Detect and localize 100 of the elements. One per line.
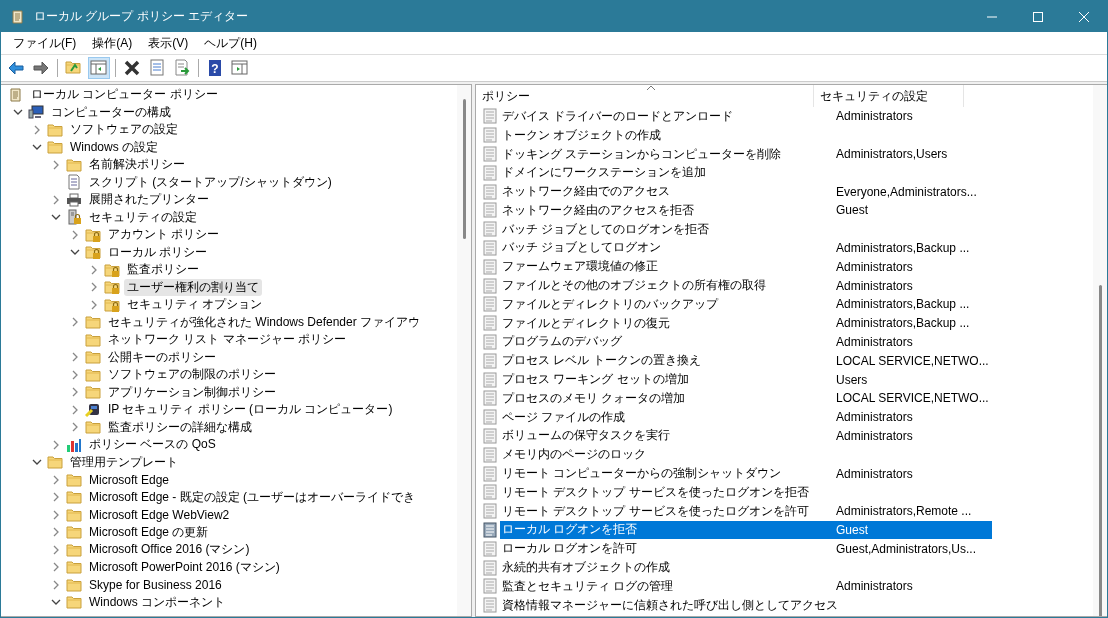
table-row[interactable]: トークン オブジェクトの作成 (500, 125, 842, 145)
tree-item[interactable]: Microsoft Office 2016 (マシン) (86, 541, 253, 559)
table-row[interactable]: リモート コンピューターからの強制シャットダウン Administrators (500, 464, 919, 483)
policy-icon (482, 164, 498, 181)
table-row[interactable]: プログラムのデバッグ Administrators (500, 332, 919, 352)
folder-up-icon (65, 59, 83, 77)
policy-icon (482, 390, 498, 407)
policy-icon (482, 146, 498, 162)
table-row[interactable]: ネットワーク経由でのアクセス Everyone,Administrators... (500, 182, 983, 201)
table-row[interactable]: プロセス ワーキング セットの増加 Users (500, 370, 874, 389)
delete-x-icon (123, 59, 141, 77)
tree-item[interactable]: ポリシー ベースの QoS (86, 436, 219, 454)
tree-item[interactable]: 監査ポリシー (124, 261, 202, 279)
table-row[interactable]: ページ ファイルの作成 Administrators (500, 407, 919, 427)
menu-item[interactable]: 表示(V) (140, 34, 197, 52)
tree-item[interactable]: Skype for Business 2016 (86, 577, 225, 592)
table-row[interactable]: ファイルとディレクトリのバックアップ Administrators,Backup ... (500, 294, 976, 314)
tree-item[interactable]: セキュリティの設定 (86, 208, 200, 226)
tree-item[interactable]: ソフトウェアの設定 (67, 121, 181, 139)
tree-item[interactable]: IP セキュリティ ポリシー (ローカル コンピューター) (105, 401, 396, 419)
table-row[interactable]: プロセスのメモリ クォータの増加 LOCAL SERVICE,NETWO... (500, 388, 995, 408)
table-row[interactable]: ローカル ログオンを許可 Guest,Administrators,Us... (500, 539, 983, 559)
menu-item[interactable]: ファイル(F) (5, 34, 85, 52)
policy-icon (482, 578, 498, 595)
table-row[interactable]: バッチ ジョブとしてログオン Administrators,Backup ... (500, 238, 976, 258)
tree-item[interactable]: スクリプト (スタートアップ/シャットダウン) (86, 173, 335, 191)
tree-item[interactable]: 名前解決ポリシー (86, 156, 188, 174)
tree-item[interactable]: 公開キーのポリシー (105, 348, 219, 366)
folder-icon (66, 594, 82, 611)
table-row[interactable]: ファームウェア環境値の修正 Administrators (500, 257, 919, 277)
policy-icon (482, 409, 498, 426)
tree-item[interactable]: セキュリティ オプション (124, 296, 266, 314)
table-cell-text: Administrators,Backup ... (835, 296, 971, 313)
table-cell-text: Administrators (835, 333, 914, 350)
tree-item[interactable]: Microsoft Edge - 既定の設定 (ユーザーはオーバーライドでき (86, 488, 419, 506)
table-cell-text: Administrators (835, 277, 914, 294)
table-row[interactable]: ローカル ログオンを拒否 Guest (500, 520, 992, 540)
policy-icon (482, 202, 498, 219)
tree-item[interactable]: ネットワーク リスト マネージャー ポリシー (105, 331, 349, 349)
menu-item[interactable]: ヘルプ(H) (196, 34, 265, 52)
folder-icon (66, 489, 82, 506)
locked-folder-icon (104, 279, 120, 296)
tree-item[interactable]: 管理用テンプレート (67, 453, 181, 471)
folder-icon (66, 576, 82, 593)
table-row[interactable]: リモート デスクトップ サービスを使ったログオンを許可 Administrators,Remote ... (500, 501, 978, 521)
table-row[interactable]: ファイルとその他のオブジェクトの所有権の取得 Administrators (500, 276, 919, 295)
table-row[interactable]: ドッキング ステーションからコンピューターを削除 Administrators,Users (500, 144, 954, 164)
tree-item[interactable]: 監査ポリシーの詳細な構成 (105, 418, 255, 436)
policy-icon (482, 258, 498, 275)
policy-icon (482, 540, 498, 557)
table-cell-text: ローカル ログオンを許可 (501, 540, 639, 558)
folder-icon (66, 156, 82, 173)
policy-icon (482, 484, 498, 501)
tree-item[interactable]: コンピューターの構成 (48, 103, 174, 121)
table-cell-text: Administrators,Remote ... (835, 503, 973, 520)
column-header[interactable]: セキュリティの設定 (814, 85, 964, 107)
tree-item[interactable]: Microsoft Edge (86, 472, 173, 487)
policy-icon (482, 427, 498, 444)
tree-item[interactable]: セキュリティが強化された Windows Defender ファイアウ (105, 313, 424, 331)
folder-icon (66, 541, 82, 558)
tree-item[interactable]: ローカル ポリシー (105, 243, 211, 261)
scroll-icon (8, 86, 24, 103)
table-cell-text: Guest,Administrators,Us... (835, 540, 978, 557)
table-row[interactable]: プロセス レベル トークンの置き換え LOCAL SERVICE,NETWO... (500, 351, 995, 371)
column-header[interactable]: ポリシー (476, 85, 814, 107)
toolbar-button[interactable]: ? (204, 57, 226, 79)
tree-item[interactable]: 展開されたプリンター (86, 191, 212, 209)
policy-icon (482, 521, 498, 538)
table-row[interactable]: 監査とセキュリティ ログの管理 Administrators (500, 576, 919, 596)
locked-folder-icon (104, 261, 120, 278)
tree-item[interactable]: ソフトウェアの制限のポリシー (105, 366, 279, 384)
policy-icon (482, 127, 498, 144)
table-row[interactable]: ファイルとディレクトリの復元 Administrators,Backup ... (500, 313, 976, 333)
tree-item[interactable]: ローカル コンピューター ポリシー (28, 86, 221, 104)
tree-item[interactable]: アプリケーション制御ポリシー (105, 383, 279, 401)
scrollbar[interactable] (1093, 85, 1107, 616)
tree-item[interactable]: Microsoft PowerPoint 2016 (マシン) (86, 558, 283, 576)
table-row[interactable]: メモリ内のページのロック (500, 445, 842, 465)
table-row[interactable]: デバイス ドライバーのロードとアンロード Administrators (500, 107, 919, 126)
table-row[interactable]: ボリュームの保守タスクを実行 Administrators (500, 426, 919, 446)
table-row[interactable]: ネットワーク経由のアクセスを拒否 Guest (500, 201, 874, 220)
table-cell-text: リモート コンピューターからの強制シャットダウン (501, 465, 783, 483)
tree-item[interactable]: Microsoft Edge WebView2 (86, 507, 233, 522)
table-row[interactable]: ドメインにワークステーションを追加 (500, 163, 842, 183)
scrollbar[interactable] (457, 85, 471, 616)
tree-item[interactable]: Windows の設定 (67, 138, 161, 156)
tree-item[interactable]: アカウント ポリシー (105, 226, 223, 244)
table-cell-text: バッチ ジョブとしてのログオンを拒否 (501, 220, 711, 238)
tree-item[interactable]: Microsoft Edge の更新 (86, 523, 212, 541)
menu-item[interactable]: 操作(A) (84, 34, 141, 52)
table-cell-text: Administrators (835, 465, 914, 482)
tree-item[interactable]: ユーザー権利の割り当て (124, 278, 262, 296)
tree-item[interactable]: Windows コンポーネント (86, 593, 228, 611)
policy-icon (482, 371, 498, 388)
table-cell-text: バッチ ジョブとしてログオン (501, 239, 663, 257)
table-row[interactable]: 永続的共有オブジェクトの作成 (500, 558, 842, 577)
forward-arrow-icon (32, 59, 50, 77)
table-row[interactable]: リモート デスクトップ サービスを使ったログオンを拒否 (500, 482, 842, 502)
table-row[interactable]: バッチ ジョブとしてのログオンを拒否 (500, 219, 842, 239)
folder-icon (66, 506, 82, 523)
